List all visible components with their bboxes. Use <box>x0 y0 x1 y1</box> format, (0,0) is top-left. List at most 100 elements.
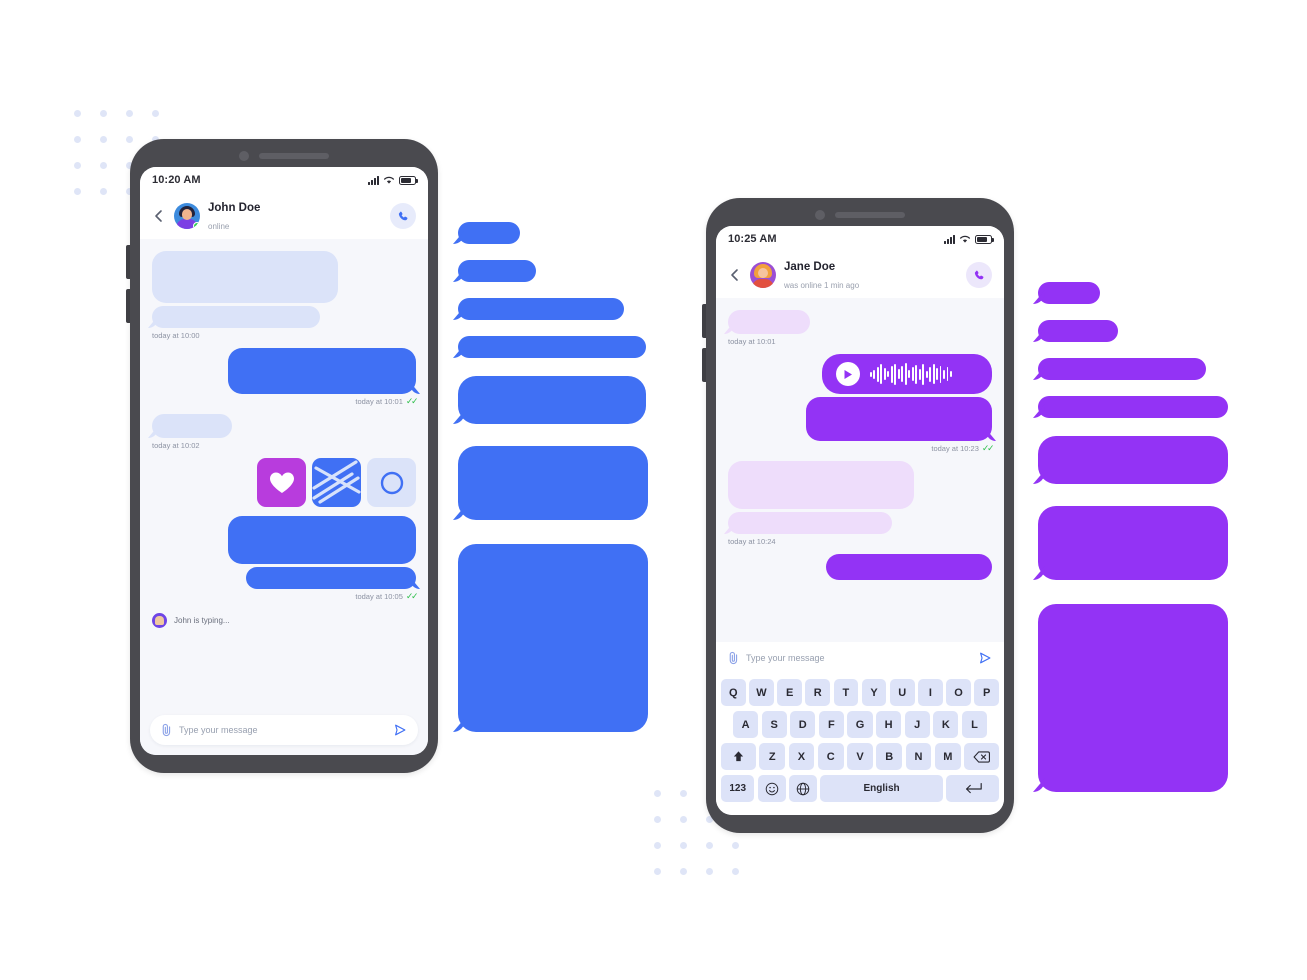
message-list-john[interactable]: today at 10:00 today at 10:01 ✓✓ today a… <box>140 239 428 709</box>
enter-key[interactable] <box>946 775 1000 802</box>
circle-sticker[interactable] <box>367 458 416 507</box>
key-p[interactable]: P <box>974 679 1000 706</box>
key-z[interactable]: Z <box>759 743 786 770</box>
decor-dot <box>680 816 687 823</box>
bubble-template[interactable] <box>1038 604 1228 792</box>
shift-icon <box>733 751 744 762</box>
message-input-bar[interactable]: Type your message <box>150 715 418 745</box>
message-bubble-outgoing[interactable] <box>806 397 992 441</box>
message-input[interactable]: Type your message <box>179 725 386 735</box>
key-n[interactable]: N <box>905 743 932 770</box>
key-m[interactable]: M <box>934 743 961 770</box>
bubble-template[interactable] <box>1038 396 1228 418</box>
canvas: 10:20 AM John Doe online today at 10:00 … <box>0 0 1307 980</box>
message-bubble-incoming[interactable] <box>152 414 232 438</box>
onscreen-keyboard[interactable]: Q W E R T Y U I O P A S D F G H J K L Z … <box>716 674 1004 815</box>
message-bubble-outgoing[interactable] <box>228 348 416 394</box>
key-d[interactable]: D <box>790 711 816 738</box>
key-c[interactable]: C <box>817 743 844 770</box>
decor-dot <box>706 842 713 849</box>
message-timestamp: today at 10:00 <box>152 331 416 340</box>
timestamp-text: today at 10:24 <box>728 537 776 546</box>
message-bubble-incoming[interactable] <box>152 306 320 328</box>
key-y[interactable]: Y <box>861 679 887 706</box>
key-b[interactable]: B <box>876 743 903 770</box>
key-k[interactable]: K <box>933 711 959 738</box>
message-input-bar[interactable]: Type your message <box>716 642 1004 674</box>
send-icon[interactable] <box>393 723 407 737</box>
bubble-template[interactable] <box>458 336 646 358</box>
key-a[interactable]: A <box>733 711 759 738</box>
key-f[interactable]: F <box>818 711 844 738</box>
bubble-template[interactable] <box>458 260 536 282</box>
paperclip-icon[interactable] <box>161 723 172 737</box>
bubble-template[interactable] <box>1038 506 1228 580</box>
phone-icon <box>974 270 983 279</box>
key-g[interactable]: G <box>847 711 873 738</box>
volume-up-button[interactable] <box>126 245 130 279</box>
bubble-template[interactable] <box>1038 282 1100 304</box>
avatar-john[interactable] <box>174 203 200 229</box>
message-bubble-outgoing[interactable] <box>826 554 992 580</box>
bubble-template[interactable] <box>458 376 646 424</box>
message-bubble-incoming[interactable] <box>728 512 892 534</box>
decor-dot <box>706 868 713 875</box>
backspace-key[interactable] <box>964 743 999 770</box>
key-r[interactable]: R <box>805 679 831 706</box>
decor-dot <box>126 136 133 143</box>
key-t[interactable]: T <box>833 679 859 706</box>
volume-up-button[interactable] <box>702 304 706 338</box>
message-bubble-outgoing[interactable] <box>228 516 416 564</box>
key-e[interactable]: E <box>777 679 802 706</box>
emoji-key[interactable] <box>757 775 786 802</box>
play-button[interactable] <box>836 362 860 386</box>
call-button[interactable] <box>390 203 416 229</box>
bubble-template[interactable] <box>1038 320 1118 342</box>
message-input[interactable]: Type your message <box>746 653 971 663</box>
decor-dot <box>100 110 107 117</box>
message-bubble-incoming[interactable] <box>728 310 810 334</box>
phone-notch <box>815 210 905 220</box>
message-list-jane[interactable]: today at 10:01 today at 10:23 ✓✓ today a… <box>716 298 1004 642</box>
key-h[interactable]: H <box>876 711 902 738</box>
keyboard-row-4: 123 English <box>721 775 1000 802</box>
message-bubble-outgoing[interactable] <box>246 567 416 589</box>
key-w[interactable]: W <box>749 679 774 706</box>
bubble-template[interactable] <box>458 544 648 732</box>
bubble-template[interactable] <box>458 298 624 320</box>
typing-text: John is typing... <box>174 616 230 625</box>
numeric-key[interactable]: 123 <box>721 775 755 802</box>
voice-message-bubble[interactable] <box>822 354 992 394</box>
key-v[interactable]: V <box>847 743 873 770</box>
chat-header-john: John Doe online <box>140 193 428 239</box>
language-key[interactable] <box>789 775 817 802</box>
bubble-template[interactable] <box>458 446 648 520</box>
chevron-left-icon[interactable] <box>152 209 166 223</box>
message-bubble-incoming[interactable] <box>728 461 914 509</box>
avatar-jane[interactable] <box>750 262 776 288</box>
key-j[interactable]: J <box>904 711 930 738</box>
paperclip-icon[interactable] <box>728 651 739 665</box>
bubble-template[interactable] <box>1038 358 1206 380</box>
volume-down-button[interactable] <box>702 348 706 382</box>
bubble-template[interactable] <box>1038 436 1228 484</box>
chevron-left-icon[interactable] <box>728 268 742 282</box>
key-s[interactable]: S <box>761 711 787 738</box>
key-u[interactable]: U <box>889 679 915 706</box>
volume-down-button[interactable] <box>126 289 130 323</box>
key-l[interactable]: L <box>961 711 987 738</box>
call-button[interactable] <box>966 262 992 288</box>
shift-key[interactable] <box>721 743 756 770</box>
key-q[interactable]: Q <box>720 679 746 706</box>
key-o[interactable]: O <box>946 679 971 706</box>
key-i[interactable]: I <box>918 679 943 706</box>
heart-sticker[interactable] <box>257 458 306 507</box>
space-key[interactable]: English <box>820 775 943 802</box>
timestamp-text: today at 10:02 <box>152 441 200 450</box>
lines-sticker[interactable] <box>312 458 361 507</box>
send-icon[interactable] <box>978 651 992 665</box>
key-x[interactable]: X <box>788 743 815 770</box>
message-bubble-incoming[interactable] <box>152 251 338 303</box>
emoji-icon <box>765 782 778 795</box>
bubble-template[interactable] <box>458 222 520 244</box>
